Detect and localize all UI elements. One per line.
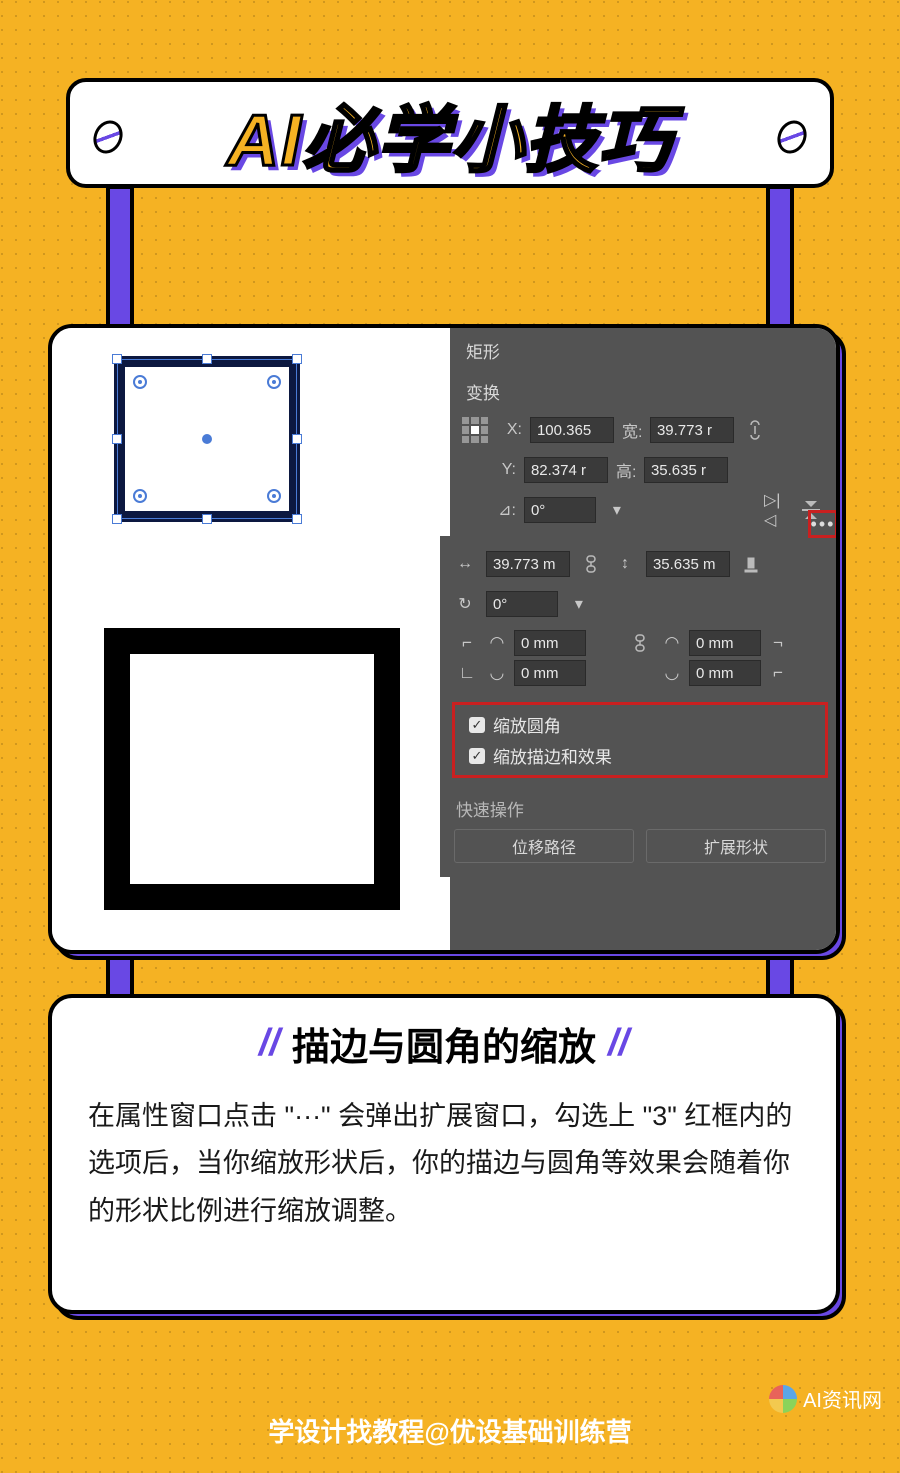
corner-br-cell: ◡ 0 mm ⌐ bbox=[659, 660, 826, 686]
handle-bot-mid[interactable] bbox=[202, 514, 212, 524]
slash-left-icon: // bbox=[259, 1022, 280, 1065]
x-field[interactable]: 100.365 bbox=[530, 417, 614, 443]
handle-mid-right[interactable] bbox=[292, 434, 302, 444]
angle-dropdown-icon[interactable]: ▾ bbox=[604, 497, 630, 523]
description-card: // 描边与圆角的缩放 // 在属性窗口点击 "···" 会弹出扩展窗口，勾选上… bbox=[48, 994, 840, 1314]
width-icon: ↔ bbox=[452, 551, 478, 577]
handle-top-right[interactable] bbox=[292, 354, 302, 364]
handle-mid-left[interactable] bbox=[112, 434, 122, 444]
handle-top-mid[interactable] bbox=[202, 354, 212, 364]
h-field[interactable]: 35.635 r bbox=[644, 457, 728, 483]
popup-rotate-field[interactable]: 0° bbox=[486, 591, 558, 617]
handle-bot-left[interactable] bbox=[112, 514, 122, 524]
handle-bot-right[interactable] bbox=[292, 514, 302, 524]
popup-w-field[interactable]: 39.773 m bbox=[486, 551, 570, 577]
y-label: Y: bbox=[496, 461, 516, 479]
canvas-area[interactable] bbox=[52, 328, 450, 950]
highlighted-checkboxes: ✓ 缩放圆角 ✓ 缩放描边和效果 bbox=[452, 702, 828, 778]
main-card-shadow: 矩形 变换 X: 100.365 宽: 39.773 r Y: 82.374 r… bbox=[54, 330, 846, 960]
scale-strokes-label: 缩放描边和效果 bbox=[493, 743, 612, 768]
align-icon[interactable] bbox=[738, 551, 764, 577]
w-label: 宽: bbox=[622, 418, 642, 442]
corner-widget-tl[interactable] bbox=[133, 375, 147, 389]
rotate-dropdown-icon[interactable]: ▾ bbox=[566, 591, 592, 617]
corner-widget-tr[interactable] bbox=[267, 375, 281, 389]
corner-bl-cell: ∟ ◡ 0 mm bbox=[454, 660, 621, 686]
corner-tr-icon[interactable]: ¬ bbox=[765, 630, 791, 656]
y-field[interactable]: 82.374 r bbox=[524, 457, 608, 483]
description-heading: // 描边与圆角的缩放 // bbox=[88, 1016, 800, 1071]
transform-row-3: ⊿: 0° ▾ ▷|◁ bbox=[450, 490, 836, 530]
handle-top-left[interactable] bbox=[112, 354, 122, 364]
footer-text: 学设计找教程@优设基础训练营 bbox=[268, 1417, 631, 1447]
link-corners-icon[interactable] bbox=[630, 633, 650, 653]
flip-horizontal-icon[interactable]: ▷|◁ bbox=[764, 497, 790, 523]
corner-type-tr[interactable]: ◠ bbox=[659, 630, 685, 656]
title-card: AI必学小技巧 bbox=[66, 78, 834, 188]
scale-corners-label: 缩放圆角 bbox=[493, 712, 561, 737]
watermark-icon bbox=[769, 1385, 797, 1413]
scale-corners-row[interactable]: ✓ 缩放圆角 bbox=[463, 709, 817, 740]
shape-section-title: 矩形 bbox=[450, 328, 836, 369]
scale-strokes-checkbox[interactable]: ✓ bbox=[469, 748, 485, 764]
corner-tl-field[interactable]: 0 mm bbox=[514, 630, 586, 656]
rotate-icon: ↻ bbox=[452, 591, 478, 617]
angle-label: ⊿: bbox=[496, 500, 516, 520]
corner-bl-icon[interactable]: ∟ bbox=[454, 660, 480, 686]
quick-actions-title: 快速操作 bbox=[440, 782, 840, 829]
scale-corners-checkbox[interactable]: ✓ bbox=[469, 717, 485, 733]
scale-strokes-row[interactable]: ✓ 缩放描边和效果 bbox=[463, 740, 817, 771]
corner-tl-icon[interactable]: ⌐ bbox=[454, 630, 480, 656]
height-icon: ↕ bbox=[612, 551, 638, 577]
corner-tl-cell: ⌐ ◠ 0 mm bbox=[454, 630, 621, 656]
corner-widget-bl[interactable] bbox=[133, 489, 147, 503]
extended-options-popup: ↔ 39.773 m ↕ 35.635 m ↻ 0° ▾ bbox=[440, 536, 840, 877]
description-title: 描边与圆角的缩放 bbox=[292, 1016, 596, 1071]
corner-tr-field[interactable]: 0 mm bbox=[689, 630, 761, 656]
main-card: 矩形 变换 X: 100.365 宽: 39.773 r Y: 82.374 r… bbox=[48, 324, 840, 954]
transform-section-title: 变换 bbox=[450, 369, 836, 410]
corner-tr-cell: ◠ 0 mm ¬ bbox=[659, 630, 826, 656]
corner-br-field[interactable]: 0 mm bbox=[689, 660, 761, 686]
popup-size-row: ↔ 39.773 m ↕ 35.635 m bbox=[440, 544, 840, 584]
large-rectangle[interactable] bbox=[104, 628, 400, 910]
x-label: X: bbox=[502, 421, 522, 439]
angle-field[interactable]: 0° bbox=[524, 497, 596, 523]
footer: 学设计找教程@优设基础训练营 bbox=[0, 1412, 900, 1449]
corner-br-icon[interactable]: ⌐ bbox=[765, 660, 791, 686]
slash-right-icon: // bbox=[608, 1022, 629, 1065]
corner-type-tl[interactable]: ◠ bbox=[484, 630, 510, 656]
corner-type-bl[interactable]: ◡ bbox=[484, 660, 510, 686]
corner-type-br[interactable]: ◡ bbox=[659, 660, 685, 686]
properties-panel: 矩形 变换 X: 100.365 宽: 39.773 r Y: 82.374 r… bbox=[450, 328, 836, 950]
description-card-shadow: // 描边与圆角的缩放 // 在属性窗口点击 "···" 会弹出扩展窗口，勾选上… bbox=[54, 1000, 846, 1320]
link-size-icon[interactable] bbox=[578, 551, 604, 577]
popup-h-field[interactable]: 35.635 m bbox=[646, 551, 730, 577]
watermark-text: AI资讯网 bbox=[803, 1384, 882, 1413]
transform-row-1: X: 100.365 宽: 39.773 r bbox=[450, 410, 836, 450]
reference-point-grid[interactable] bbox=[462, 417, 488, 443]
link-wh-icon[interactable] bbox=[742, 417, 768, 443]
h-label: 高: bbox=[616, 458, 636, 482]
watermark: AI资讯网 bbox=[769, 1384, 882, 1413]
transform-row-2: Y: 82.374 r 高: 35.635 r bbox=[450, 450, 836, 490]
more-options-button[interactable]: ••• bbox=[808, 510, 838, 538]
corner-radius-grid: ⌐ ◠ 0 mm ◠ 0 mm ¬ ∟ bbox=[440, 624, 840, 692]
quick-actions-buttons: 位移路径 扩展形状 bbox=[440, 829, 840, 863]
main-title: AI必学小技巧 bbox=[227, 81, 673, 186]
offset-path-button[interactable]: 位移路径 bbox=[454, 829, 634, 863]
popup-rotate-row: ↻ 0° ▾ bbox=[440, 584, 840, 624]
corner-bl-field[interactable]: 0 mm bbox=[514, 660, 586, 686]
corner-widget-br[interactable] bbox=[267, 489, 281, 503]
selected-rectangle[interactable] bbox=[114, 356, 300, 522]
w-field[interactable]: 39.773 r bbox=[650, 417, 734, 443]
description-body: 在属性窗口点击 "···" 会弹出扩展窗口，勾选上 "3" 红框内的选项后，当你… bbox=[88, 1093, 800, 1235]
center-point[interactable] bbox=[202, 434, 212, 444]
expand-shape-button[interactable]: 扩展形状 bbox=[646, 829, 826, 863]
